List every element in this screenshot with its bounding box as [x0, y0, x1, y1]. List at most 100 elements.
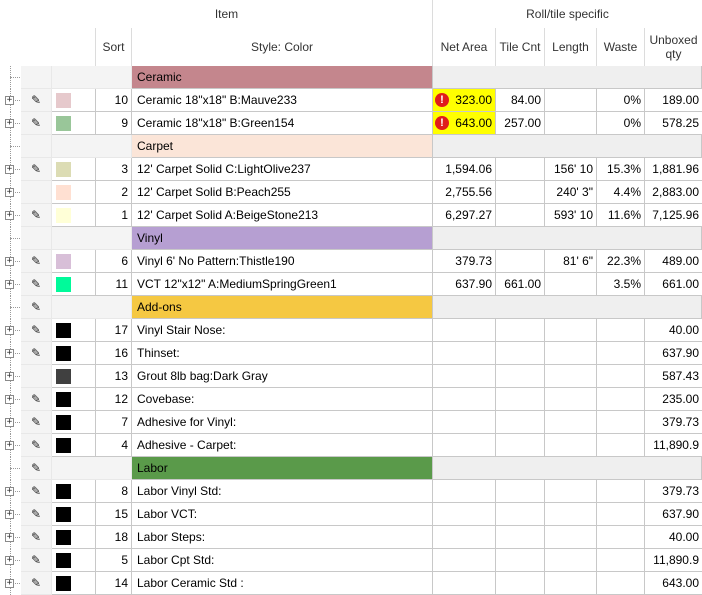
style-color-cell[interactable]: Covebase:: [132, 388, 433, 411]
waste-cell[interactable]: 15.3%: [597, 158, 645, 181]
tile-cnt-cell[interactable]: 84.00: [496, 89, 545, 112]
pencil-icon[interactable]: ✎: [31, 484, 41, 498]
length-cell[interactable]: [545, 503, 597, 526]
net-area-cell[interactable]: [433, 388, 496, 411]
expand-icon[interactable]: +: [5, 579, 14, 588]
expand-icon[interactable]: +: [5, 349, 14, 358]
sort-cell[interactable]: 16: [96, 342, 132, 365]
style-color-cell[interactable]: 12' Carpet Solid C:LightOlive237: [132, 158, 433, 181]
net-area-cell[interactable]: [433, 434, 496, 457]
pencil-icon[interactable]: ✎: [31, 93, 41, 107]
pencil-icon[interactable]: ✎: [31, 277, 41, 291]
unboxed-qty-cell[interactable]: 40.00: [645, 526, 702, 549]
sort-cell[interactable]: 9: [96, 112, 132, 135]
waste-cell[interactable]: [597, 549, 645, 572]
edit-cell[interactable]: ✎: [21, 549, 52, 572]
length-cell[interactable]: [545, 434, 597, 457]
waste-cell[interactable]: [597, 572, 645, 595]
pencil-icon[interactable]: ✎: [31, 254, 41, 268]
waste-cell[interactable]: [597, 319, 645, 342]
style-color-cell[interactable]: Labor Vinyl Std:: [132, 480, 433, 503]
waste-cell[interactable]: [597, 365, 645, 388]
length-cell[interactable]: [545, 526, 597, 549]
length-cell[interactable]: [545, 89, 597, 112]
style-color-cell[interactable]: Grout 8lb bag:Dark Gray: [132, 365, 433, 388]
net-area-cell[interactable]: [433, 572, 496, 595]
sort-cell[interactable]: 7: [96, 411, 132, 434]
waste-cell[interactable]: [597, 388, 645, 411]
sort-cell[interactable]: 6: [96, 250, 132, 273]
unboxed-qty-cell[interactable]: 1,881.96: [645, 158, 702, 181]
sort-cell[interactable]: 5: [96, 549, 132, 572]
expand-icon[interactable]: +: [5, 119, 14, 128]
edit-cell[interactable]: ✎: [21, 158, 52, 181]
waste-cell[interactable]: [597, 342, 645, 365]
tile-cnt-cell[interactable]: [496, 319, 545, 342]
edit-cell[interactable]: ✎: [21, 480, 52, 503]
sort-cell[interactable]: 11: [96, 273, 132, 296]
waste-cell[interactable]: [597, 526, 645, 549]
expand-icon[interactable]: +: [5, 257, 14, 266]
waste-cell[interactable]: 4.4%: [597, 181, 645, 204]
unboxed-qty-cell[interactable]: 643.00: [645, 572, 702, 595]
net-area-cell[interactable]: [433, 342, 496, 365]
sort-cell[interactable]: 18: [96, 526, 132, 549]
pencil-icon[interactable]: ✎: [31, 438, 41, 452]
expand-icon[interactable]: +: [5, 441, 14, 450]
tile-cnt-cell[interactable]: [496, 365, 545, 388]
sort-cell[interactable]: 1: [96, 204, 132, 227]
net-area-cell[interactable]: 379.73: [433, 250, 496, 273]
tile-cnt-cell[interactable]: [496, 572, 545, 595]
sort-cell[interactable]: 15: [96, 503, 132, 526]
column-header-length[interactable]: Length: [545, 28, 596, 66]
sort-cell[interactable]: 10: [96, 89, 132, 112]
expand-icon[interactable]: +: [5, 326, 14, 335]
expand-icon[interactable]: +: [5, 96, 14, 105]
pencil-icon[interactable]: ✎: [31, 208, 41, 222]
edit-cell[interactable]: ✎: [21, 526, 52, 549]
unboxed-qty-cell[interactable]: 489.00: [645, 250, 702, 273]
unboxed-qty-cell[interactable]: 7,125.96: [645, 204, 702, 227]
style-color-cell[interactable]: Ceramic 18"x18" B:Mauve233: [132, 89, 433, 112]
net-area-cell[interactable]: [433, 549, 496, 572]
style-color-cell[interactable]: VCT 12"x12" A:MediumSpringGreen1: [132, 273, 433, 296]
style-color-cell[interactable]: 12' Carpet Solid B:Peach255: [132, 181, 433, 204]
length-cell[interactable]: [545, 342, 597, 365]
waste-cell[interactable]: [597, 480, 645, 503]
unboxed-qty-cell[interactable]: 11,890.9: [645, 549, 702, 572]
tile-cnt-cell[interactable]: [496, 411, 545, 434]
edit-cell[interactable]: [21, 365, 52, 388]
unboxed-qty-cell[interactable]: 637.90: [645, 342, 702, 365]
pencil-icon[interactable]: ✎: [31, 346, 41, 360]
length-cell[interactable]: 156' 10: [545, 158, 597, 181]
group-label[interactable]: Ceramic: [132, 66, 433, 89]
net-area-cell[interactable]: 6,297.27: [433, 204, 496, 227]
length-cell[interactable]: 240' 3": [545, 181, 597, 204]
length-cell[interactable]: [545, 411, 597, 434]
length-cell[interactable]: [545, 273, 597, 296]
waste-cell[interactable]: [597, 503, 645, 526]
unboxed-qty-cell[interactable]: 637.90: [645, 503, 702, 526]
waste-cell[interactable]: 3.5%: [597, 273, 645, 296]
group-label[interactable]: Add-ons: [132, 296, 433, 319]
expand-icon[interactable]: +: [5, 165, 14, 174]
expand-icon[interactable]: +: [5, 372, 14, 381]
unboxed-qty-cell[interactable]: 40.00: [645, 319, 702, 342]
tile-cnt-cell[interactable]: [496, 250, 545, 273]
edit-cell[interactable]: ✎: [21, 273, 52, 296]
waste-cell[interactable]: 22.3%: [597, 250, 645, 273]
edit-cell[interactable]: ✎: [21, 250, 52, 273]
edit-cell[interactable]: ✎: [21, 112, 52, 135]
tile-cnt-cell[interactable]: 661.00: [496, 273, 545, 296]
tile-cnt-cell[interactable]: [496, 158, 545, 181]
edit-cell[interactable]: [21, 66, 52, 89]
edit-cell[interactable]: ✎: [21, 503, 52, 526]
column-header-waste[interactable]: Waste: [597, 28, 644, 66]
sort-cell[interactable]: 4: [96, 434, 132, 457]
net-area-cell[interactable]: [433, 503, 496, 526]
tile-cnt-cell[interactable]: [496, 503, 545, 526]
column-header-tile-cnt[interactable]: Tile Cnt: [496, 28, 544, 66]
style-color-cell[interactable]: Labor Ceramic Std :: [132, 572, 433, 595]
pencil-icon[interactable]: ✎: [31, 300, 41, 314]
group-label[interactable]: Labor: [132, 457, 433, 480]
